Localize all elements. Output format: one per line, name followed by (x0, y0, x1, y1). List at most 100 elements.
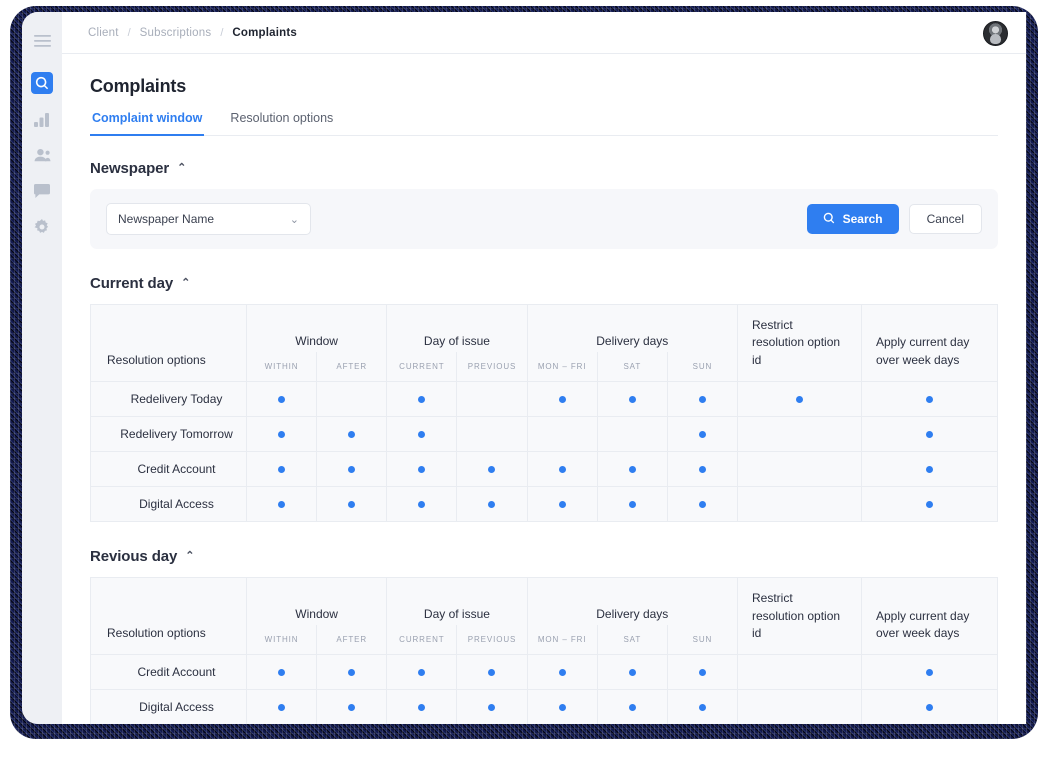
cell-mon-fri[interactable] (526, 451, 598, 488)
dot-indicator (278, 501, 286, 509)
cell-mon-fri[interactable] (526, 689, 598, 724)
th-delivery-days: Delivery days (526, 577, 739, 625)
cell-apply-current-day[interactable] (861, 654, 998, 691)
cell-restrict-resolution[interactable] (737, 381, 862, 418)
cell-restrict-resolution[interactable] (737, 654, 862, 691)
cell-previous-day-of-issue[interactable] (456, 416, 528, 453)
tab-bar: Complaint window Resolution options (90, 111, 998, 136)
dot-indicator (418, 501, 426, 509)
cell-after[interactable] (316, 381, 388, 418)
sidebar-item-messages[interactable] (31, 180, 53, 202)
table-row: Credit Account (90, 451, 998, 488)
row-resolution-option-name: Digital Access (90, 486, 247, 523)
cell-current-day-of-issue[interactable] (386, 451, 458, 488)
page-title: Complaints (90, 76, 187, 96)
cell-sat[interactable] (596, 486, 668, 523)
dot-indicator (628, 466, 636, 474)
cell-apply-current-day[interactable] (861, 451, 998, 488)
cell-current-day-of-issue[interactable] (386, 689, 458, 724)
cell-within[interactable] (245, 689, 318, 724)
cell-within[interactable] (245, 381, 318, 418)
cell-after[interactable] (316, 486, 388, 523)
avatar[interactable] (983, 21, 1008, 46)
cell-current-day-of-issue[interactable] (386, 486, 458, 523)
cell-apply-current-day[interactable] (861, 416, 998, 453)
th-apply-current-day: Apply current day over week days (861, 577, 998, 656)
tab-resolution-options[interactable]: Resolution options (228, 111, 335, 136)
chevron-up-icon[interactable]: ⌃ (185, 551, 194, 562)
sidebar-item-search[interactable] (31, 72, 53, 94)
cell-restrict-resolution[interactable] (737, 689, 862, 724)
cell-sat[interactable] (596, 654, 668, 691)
chevron-down-icon: ⌄ (289, 213, 299, 226)
cell-sun[interactable] (666, 381, 739, 418)
search-button[interactable]: Search (806, 204, 899, 234)
cell-after[interactable] (316, 451, 388, 488)
sidebar-item-hamburger-menu[interactable] (31, 30, 53, 52)
cell-mon-fri[interactable] (526, 381, 598, 418)
cell-mon-fri[interactable] (526, 416, 598, 453)
cell-after[interactable] (316, 416, 388, 453)
dot-indicator (348, 501, 356, 509)
cell-sat[interactable] (596, 381, 668, 418)
sidebar-item-analytics[interactable] (31, 108, 53, 130)
cell-previous-day-of-issue[interactable] (456, 451, 528, 488)
tab-complaint-window[interactable]: Complaint window (90, 111, 205, 136)
cell-sat[interactable] (596, 416, 668, 453)
cell-current-day-of-issue[interactable] (386, 654, 458, 691)
th-after: AFTER (316, 351, 388, 383)
current-day-heading-label: Current day (90, 275, 174, 292)
chevron-up-icon[interactable]: ⌃ (181, 278, 190, 289)
cell-sat[interactable] (596, 689, 668, 724)
cell-mon-fri[interactable] (526, 486, 598, 523)
previous-day-table-body: Credit Account Digital Access (90, 654, 998, 724)
cell-within[interactable] (245, 416, 318, 453)
th-window: Window (245, 303, 388, 352)
dot-indicator (926, 669, 933, 677)
cell-current-day-of-issue[interactable] (386, 381, 458, 418)
dot-indicator (558, 704, 566, 712)
sidebar-item-users[interactable] (31, 144, 53, 166)
dot-indicator (348, 704, 356, 712)
dot-indicator (698, 501, 706, 509)
cell-previous-day-of-issue[interactable] (456, 654, 528, 691)
cell-apply-current-day[interactable] (861, 381, 998, 418)
th-day-of-issue: Day of issue (386, 303, 528, 352)
cell-previous-day-of-issue[interactable] (456, 381, 528, 418)
cell-apply-current-day[interactable] (861, 689, 998, 724)
cell-sun[interactable] (666, 654, 739, 691)
cell-sun[interactable] (666, 486, 739, 523)
dot-indicator (278, 431, 286, 439)
cell-restrict-resolution[interactable] (737, 486, 862, 523)
newspaper-name-select[interactable]: Newspaper Name ⌄ (106, 203, 311, 235)
sidebar-item-settings[interactable] (31, 216, 53, 238)
app-window: Client / Subscriptions / Complaints Comp… (22, 12, 1026, 724)
dot-indicator (488, 466, 496, 474)
cell-restrict-resolution[interactable] (737, 416, 862, 453)
cell-sun[interactable] (666, 689, 739, 724)
cell-sat[interactable] (596, 451, 668, 488)
chevron-up-icon[interactable]: ⌃ (177, 163, 186, 174)
cell-sun[interactable] (666, 416, 739, 453)
breadcrumb-item-subscriptions[interactable]: Subscriptions (140, 27, 212, 39)
dot-indicator (628, 704, 636, 712)
cell-sun[interactable] (666, 451, 739, 488)
th-previous: PREVIOUS (456, 624, 528, 656)
cell-within[interactable] (245, 486, 318, 523)
cell-current-day-of-issue[interactable] (386, 416, 458, 453)
cell-after[interactable] (316, 689, 388, 724)
cell-restrict-resolution[interactable] (737, 451, 862, 488)
cell-previous-day-of-issue[interactable] (456, 486, 528, 523)
cell-mon-fri[interactable] (526, 654, 598, 691)
cell-within[interactable] (245, 654, 318, 691)
cell-previous-day-of-issue[interactable] (456, 689, 528, 724)
breadcrumb-separator: / (220, 26, 224, 39)
breadcrumb-item-client[interactable]: Client (88, 27, 119, 39)
dot-indicator (698, 431, 706, 439)
cell-apply-current-day[interactable] (861, 486, 998, 523)
cell-after[interactable] (316, 654, 388, 691)
cell-within[interactable] (245, 451, 318, 488)
cancel-button[interactable]: Cancel (908, 204, 982, 234)
table-header-group-row: Resolution options Window Day of issue D… (90, 577, 998, 656)
newspaper-search-panel: Newspaper Name ⌄ Search Cancel (90, 189, 998, 249)
